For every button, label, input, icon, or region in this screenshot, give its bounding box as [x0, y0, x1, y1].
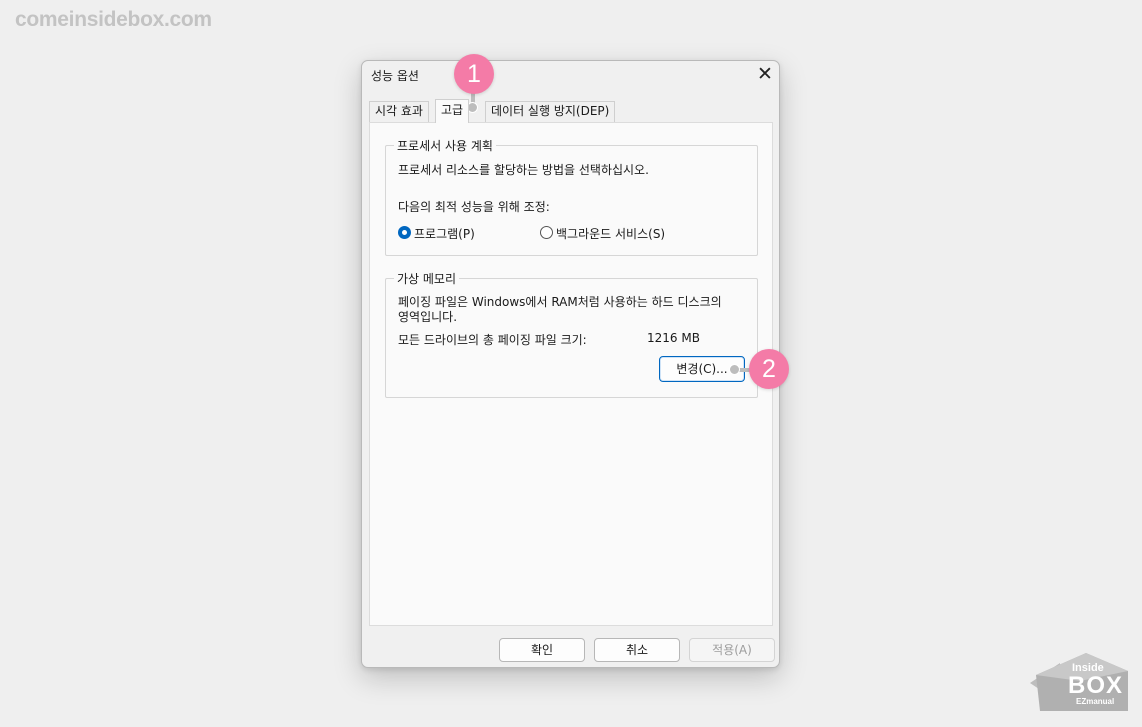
processor-description: 프로세서 리소스를 할당하는 방법을 선택하십시오. — [398, 163, 649, 177]
performance-options-dialog: 성능 옵션 ✕ 시각 효과 고급 데이터 실행 방지(DEP) 프로세서 사용 … — [361, 60, 780, 668]
virtual-memory-description-line2: 영역입니다. — [398, 310, 458, 324]
apply-button[interactable]: 적용(A) — [689, 638, 775, 662]
logo-text-box: BOX — [1068, 672, 1124, 699]
annotation-badge-2: 2 — [749, 349, 789, 389]
dialog-title: 성능 옵션 — [371, 69, 419, 83]
cancel-button[interactable]: 취소 — [594, 638, 680, 662]
paging-file-total-value: 1216 MB — [647, 331, 700, 345]
ok-button[interactable]: 확인 — [499, 638, 585, 662]
processor-scheduling-title: 프로세서 사용 계획 — [394, 137, 496, 154]
insidebox-logo: Inside BOX EZmanual — [1030, 653, 1130, 713]
tab-dep[interactable]: 데이터 실행 방지(DEP) — [485, 101, 616, 122]
site-watermark: comeinsidebox.com — [15, 8, 212, 31]
programs-radio[interactable] — [398, 226, 411, 239]
programs-radio-label[interactable]: 프로그램(P) — [414, 225, 475, 242]
paging-file-total-label: 모든 드라이브의 총 페이징 파일 크기: — [398, 333, 587, 347]
tab-bar: 시각 효과 고급 데이터 실행 방지(DEP) — [369, 99, 773, 123]
virtual-memory-group: 가상 메모리 페이징 파일은 Windows에서 RAM처럼 사용하는 하드 디… — [385, 270, 758, 398]
background-services-radio-label[interactable]: 백그라운드 서비스(S) — [556, 225, 665, 242]
annotation-badge-1: 1 — [454, 54, 494, 94]
tab-advanced[interactable]: 고급 — [435, 99, 470, 123]
advanced-tab-panel: 프로세서 사용 계획 프로세서 리소스를 할당하는 방법을 선택하십시오. 다음… — [369, 122, 773, 626]
virtual-memory-title: 가상 메모리 — [394, 270, 460, 287]
background-services-radio[interactable] — [540, 226, 553, 239]
logo-text-ezmanual: EZmanual — [1076, 697, 1115, 706]
processor-scheduling-group: 프로세서 사용 계획 프로세서 리소스를 할당하는 방법을 선택하십시오. 다음… — [385, 137, 758, 256]
adjust-for-label: 다음의 최적 성능을 위해 조정: — [398, 200, 550, 214]
tab-visual-effects[interactable]: 시각 효과 — [369, 101, 429, 122]
annotation-pointer-dot — [729, 364, 740, 375]
close-icon[interactable]: ✕ — [752, 63, 778, 87]
